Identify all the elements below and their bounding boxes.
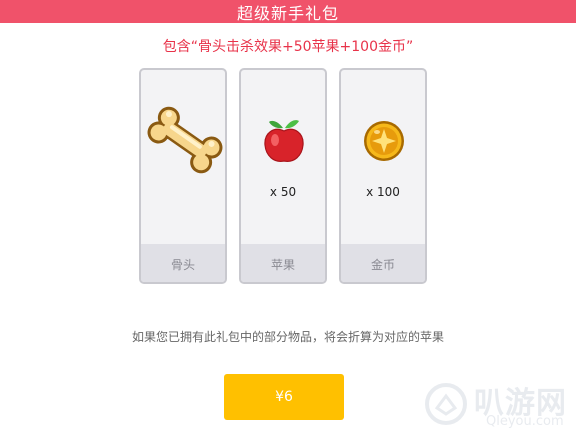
- watermark-domain: Qleyou.com: [486, 414, 564, 429]
- item-card-coin: x 100 金币: [339, 68, 427, 284]
- item-card-body: x 100: [341, 70, 425, 244]
- item-quantity: x 50: [269, 185, 297, 199]
- item-name: 骨头: [141, 244, 225, 282]
- site-watermark: 叭游网 Qleyou.com: [418, 376, 576, 439]
- item-name: 苹果: [241, 244, 325, 282]
- conversion-notice: 如果您已拥有此礼包中的部分物品，将会折算为对应的苹果: [131, 330, 444, 344]
- apple-icon: [264, 120, 304, 162]
- item-card-body: x 50: [241, 70, 325, 244]
- pack-description: 包含“骨头击杀效果+50苹果+100金币”: [162, 39, 414, 55]
- item-card-body: [141, 70, 225, 244]
- page-title: 超级新手礼包: [236, 3, 339, 23]
- site-logo-icon: [425, 383, 467, 425]
- header-bar: 超级新手礼包: [0, 0, 576, 23]
- item-card-bone: 骨头: [139, 68, 227, 284]
- item-card-apple: x 50 苹果: [239, 68, 327, 284]
- coin-icon: [364, 121, 404, 161]
- item-quantity: x 100: [366, 185, 400, 199]
- buy-button[interactable]: ¥6: [224, 374, 344, 420]
- item-name: 金币: [341, 244, 425, 282]
- bone-icon: [147, 106, 223, 174]
